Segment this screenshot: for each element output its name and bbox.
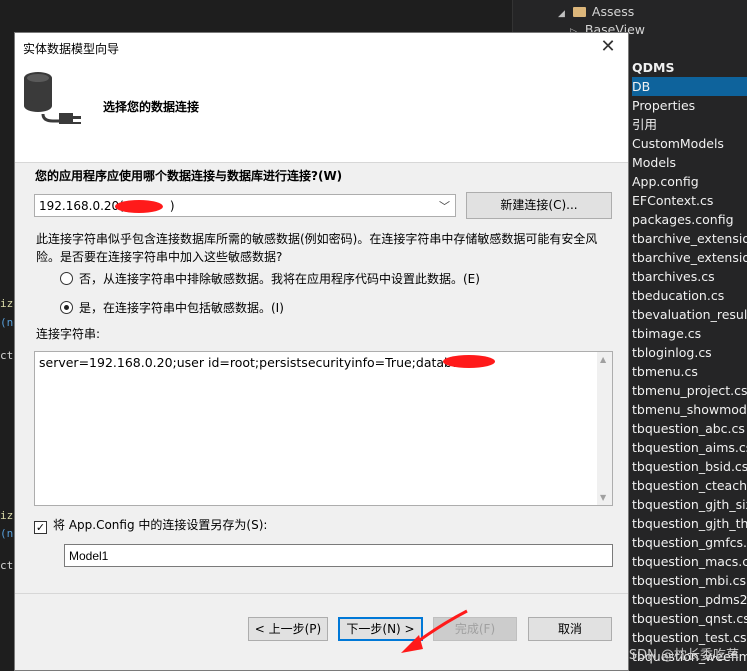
solution-item[interactable]: tbarchive_extension_: [632, 248, 747, 267]
solution-item[interactable]: CustomModels: [632, 134, 724, 153]
expand-triangle-icon[interactable]: ◢: [558, 5, 565, 24]
footer-divider: [15, 593, 628, 594]
solution-item[interactable]: 引用: [632, 115, 657, 134]
cancel-button[interactable]: 取消: [528, 617, 612, 641]
solution-item[interactable]: packages.config: [632, 210, 734, 229]
connection-string-value: server=192.168.0.20;user id=root;persist…: [39, 355, 485, 370]
dialog-titlebar: 实体数据模型向导 ✕: [15, 33, 628, 63]
sensitive-data-warning: 此连接字符串似乎包含连接数据库所需的敏感数据(例如密码)。在连接字符串中存储敏感…: [36, 232, 598, 264]
close-icon[interactable]: ✕: [588, 33, 628, 63]
connection-string-textarea[interactable]: server=192.168.0.20;user id=root;persist…: [34, 351, 613, 506]
entity-data-model-wizard: 实体数据模型向导 ✕ 选择您的数据连接 您的应用程序应使用哪个数据连接与数据库进…: [14, 32, 629, 671]
solution-item[interactable]: tbquestion_pdms2.c: [632, 590, 747, 609]
model-name-input[interactable]: [64, 544, 613, 567]
connection-question-label: 您的应用程序应使用哪个数据连接与数据库进行连接?(W): [35, 169, 343, 183]
solution-item[interactable]: tbarchives.cs: [632, 267, 715, 286]
solution-folder-assess[interactable]: ◢ Assess: [558, 2, 634, 21]
wizard-header: 选择您的数据连接: [15, 63, 628, 163]
redaction-mark: [115, 200, 163, 213]
solution-item[interactable]: tbarchive_extension.: [632, 229, 747, 248]
solution-item[interactable]: App.config: [632, 172, 699, 191]
scroll-down-icon[interactable]: ▼: [600, 493, 606, 502]
solution-item[interactable]: tbmenu_showmode.: [632, 400, 747, 419]
redaction-mark: [443, 355, 495, 368]
solution-item[interactable]: tbevaluation_results.: [632, 305, 747, 324]
solution-item[interactable]: tbmenu.cs: [632, 362, 698, 381]
vertical-scrollbar[interactable]: ▲ ▼: [597, 352, 612, 505]
solution-item[interactable]: tbquestion_abc.cs: [632, 419, 745, 438]
radio-exclude-sensitive[interactable]: 否，从连接字符串中排除敏感数据。我将在应用程序代码中设置此数据。(E): [60, 270, 480, 288]
solution-item[interactable]: QDMS: [632, 58, 674, 77]
radio-button-selected[interactable]: [60, 301, 73, 314]
database-plug-icon: [24, 72, 81, 124]
solution-item[interactable]: Properties: [632, 96, 695, 115]
csdn-watermark: CSDN @枕长委吃草: [619, 648, 739, 663]
solution-item[interactable]: tbmenu_project.cs: [632, 381, 747, 400]
solution-item[interactable]: tbquestion_gmfcs.cs: [632, 533, 747, 552]
new-connection-button[interactable]: 新建连接(C)...: [466, 192, 612, 219]
solution-item[interactable]: tbquestion_qnst.cs: [632, 609, 747, 628]
folder-icon: [572, 7, 586, 17]
solution-item[interactable]: tbquestion_gjth_thre: [632, 514, 747, 533]
dialog-title: 实体数据模型向导: [23, 42, 120, 56]
solution-item[interactable]: tbquestion_mbi.cs: [632, 571, 746, 590]
solution-item[interactable]: EFContext.cs: [632, 191, 713, 210]
editor-top-strip: [0, 0, 512, 32]
scroll-up-icon[interactable]: ▲: [600, 355, 606, 364]
solution-item-selected[interactable]: DB: [632, 77, 747, 96]
solution-item[interactable]: tbquestion_aims.cs: [632, 438, 747, 457]
connection-string-label: 连接字符串:: [36, 327, 101, 341]
page-title: 选择您的数据连接: [103, 100, 200, 114]
annotation-arrow-icon: [401, 609, 468, 653]
solution-item[interactable]: tbquestion_cteacher: [632, 476, 747, 495]
solution-item[interactable]: tbquestion_macs.cs: [632, 552, 747, 571]
solution-item[interactable]: tbimage.cs: [632, 324, 701, 343]
radio-include-sensitive[interactable]: 是，在连接字符串中包括敏感数据。(I): [60, 299, 284, 317]
chevron-down-icon[interactable]: ﹀: [439, 198, 450, 214]
connection-select[interactable]: 192.168.0.20() ﹀: [34, 194, 456, 217]
solution-item[interactable]: tbloginlog.cs: [632, 343, 712, 362]
prev-button[interactable]: < 上一步(P): [248, 617, 328, 641]
solution-item[interactable]: tbquestion_gjth_six.c: [632, 495, 747, 514]
solution-item[interactable]: tbquestion_bsid.cs: [632, 457, 747, 476]
radio-button[interactable]: [60, 272, 73, 285]
save-connection-checkbox[interactable]: ✓: [34, 521, 47, 534]
solution-item[interactable]: tbeducation.cs: [632, 286, 724, 305]
save-connection-row[interactable]: ✓ 将 App.Config 中的连接设置另存为(S):: [34, 516, 267, 534]
solution-item[interactable]: Models: [632, 153, 676, 172]
